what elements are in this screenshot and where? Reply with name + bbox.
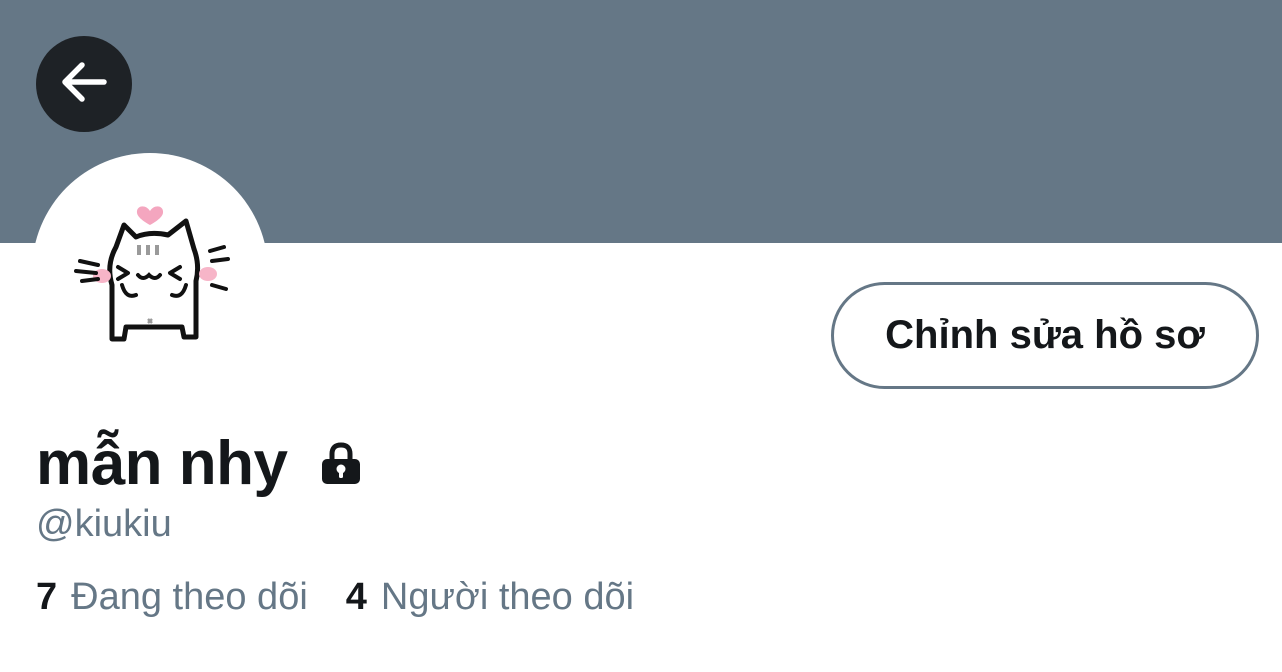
profile-handle: @kiukiu xyxy=(36,503,172,545)
display-name: mẫn nhy xyxy=(36,428,288,498)
edit-profile-label: Chỉnh sửa hồ sơ xyxy=(885,313,1205,357)
cat-avatar-icon xyxy=(74,206,230,342)
edit-profile-button[interactable]: Chỉnh sửa hồ sơ xyxy=(831,282,1259,389)
back-button[interactable] xyxy=(36,36,132,132)
avatar-frame xyxy=(32,153,268,389)
following-link[interactable]: 7 Đang theo dõi xyxy=(36,576,308,619)
followers-label: Người theo dõi xyxy=(380,576,635,618)
arrow-left-icon xyxy=(58,56,110,113)
profile-name-row: mẫn nhy xyxy=(36,428,365,498)
follow-stats: 7 Đang theo dõi 4 Người theo dõi xyxy=(36,576,634,619)
followers-count: 4 xyxy=(345,576,367,618)
avatar[interactable] xyxy=(36,157,264,385)
followers-link[interactable]: 4 Người theo dõi xyxy=(346,576,634,619)
following-label: Đang theo dõi xyxy=(71,576,308,618)
lock-icon xyxy=(317,439,365,487)
following-count: 7 xyxy=(36,576,58,618)
profile-page: Chỉnh sửa hồ sơ mẫn nhy @kiukiu 7 Đang t… xyxy=(0,0,1282,672)
